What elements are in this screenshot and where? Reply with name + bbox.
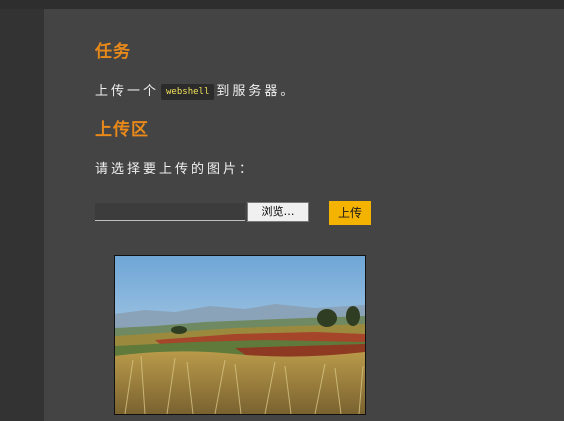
- task-text-before: 上传一个: [95, 84, 160, 99]
- image-preview: [114, 255, 366, 415]
- task-heading: 任务: [95, 42, 131, 62]
- top-bar: [0, 0, 564, 9]
- browse-button[interactable]: 浏览…: [247, 202, 309, 222]
- upload-heading: 上传区: [95, 120, 149, 140]
- upload-button[interactable]: 上传: [329, 201, 371, 225]
- upload-prompt: 请选择要上传的图片：: [95, 162, 256, 177]
- file-path-field[interactable]: [95, 203, 245, 221]
- main-panel: 任务 上传一个 webshell 到服务器。 上传区 请选择要上传的图片： 浏览… …: [44, 9, 564, 421]
- task-description: 上传一个 webshell 到服务器。: [95, 80, 296, 100]
- webshell-code: webshell: [161, 84, 215, 100]
- task-text-after: 到服务器。: [216, 84, 297, 99]
- landscape-image: [115, 256, 365, 414]
